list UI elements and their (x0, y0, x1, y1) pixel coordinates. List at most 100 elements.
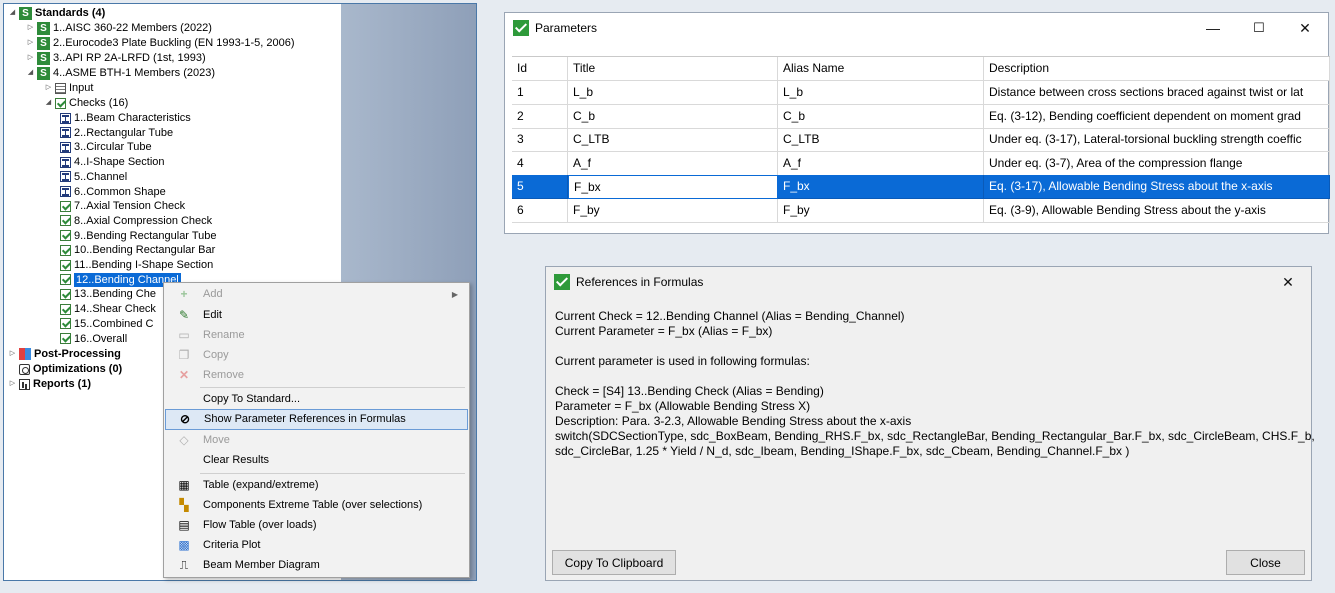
tree-node-input[interactable]: ▷ Input (44, 81, 94, 95)
tree-node-label: 14..Shear Check (74, 303, 156, 316)
cell-id[interactable]: 4 (512, 151, 568, 176)
tree-node-post-processing[interactable]: ▷ Post-Processing (8, 347, 121, 361)
menu-item-table-expand[interactable]: ▦ Table (expand/extreme) (165, 475, 468, 496)
cell-id[interactable]: 1 (512, 81, 568, 105)
menu-item-components-extreme-table[interactable]: ▚ Components Extreme Table (over selecti… (165, 495, 468, 516)
expand-arrow-icon[interactable]: ▷ (44, 81, 53, 95)
tree-node-checks[interactable]: ◢ Checks (16) (44, 96, 129, 110)
tree-node-check[interactable]: 14..Shear Check (60, 302, 156, 316)
tree-node-check[interactable]: 1..Beam Characteristics (60, 111, 191, 125)
cell-title[interactable]: F_by (568, 198, 778, 223)
tree-node-check[interactable]: 10..Bending Rectangular Bar (60, 243, 215, 257)
menu-item-copy[interactable]: ❐ Copy (165, 345, 468, 366)
title-bar[interactable]: Parameters — ☐ ✕ (505, 13, 1328, 43)
table-row[interactable]: 5 F_bx F_bx Eq. (3-17), Allowable Bending S… (512, 175, 1330, 199)
tree-node-check[interactable]: 8..Axial Compression Check (60, 214, 212, 228)
tree-node-optimizations[interactable]: Optimizations (0) (8, 362, 122, 376)
collapse-arrow-icon[interactable]: ◢ (44, 96, 53, 110)
cell-description[interactable]: Under eq. (3-17), Lateral-torsional buck… (984, 128, 1330, 152)
cell-id[interactable]: 2 (512, 104, 568, 129)
menu-item-remove[interactable]: ✕ Remove (165, 365, 468, 386)
standard-icon: S (37, 51, 50, 65)
menu-item-beam-member-diagram[interactable]: ⎍ Beam Member Diagram (165, 555, 468, 576)
menu-item-criteria-plot[interactable]: ▩ Criteria Plot (165, 535, 468, 556)
tree-node-standard-1[interactable]: ▷ S 1..AISC 360-22 Members (2022) (26, 21, 212, 35)
cell-description[interactable]: Eq. (3-12), Bending coefficient dependen… (984, 104, 1330, 129)
menu-item-flow-table[interactable]: ▤ Flow Table (over loads) (165, 515, 468, 536)
column-header-alias[interactable]: Alias Name (778, 57, 984, 81)
standard-icon: S (37, 21, 50, 35)
cell-description[interactable]: Eq. (3-17), Allowable Bending Stress abo… (984, 175, 1330, 199)
collapse-arrow-icon[interactable]: ◢ (26, 66, 35, 80)
expand-arrow-icon[interactable]: ▷ (26, 51, 35, 65)
tree-node-check[interactable]: 4..I-Shape Section (60, 155, 165, 169)
cell-alias[interactable]: L_b (778, 81, 984, 105)
cell-title[interactable]: F_bx (568, 175, 778, 199)
tree-node-standard-4[interactable]: ◢ S 4..ASME BTH-1 Members (2023) (26, 66, 215, 80)
tree-node-standard-3[interactable]: ▷ S 3..API RP 2A-LRFD (1st, 1993) (26, 51, 206, 65)
tree-node-check[interactable]: 2..Rectangular Tube (60, 126, 173, 140)
cell-description[interactable]: Under eq. (3-7), Area of the compression… (984, 151, 1330, 176)
ibeam-icon (60, 141, 71, 153)
tree-node-check[interactable]: 13..Bending Che (60, 287, 156, 301)
cell-title[interactable]: L_b (568, 81, 778, 105)
menu-item-edit[interactable]: ✎ Edit (165, 305, 468, 326)
menu-item-move[interactable]: ◇ Move (165, 430, 468, 451)
menu-item-add[interactable]: + Add ▶ (165, 284, 468, 305)
tree-node-standards[interactable]: ◢ S Standards (4) (8, 6, 105, 20)
tree-node-label: 8..Axial Compression Check (74, 214, 213, 227)
cell-title[interactable]: C_LTB (568, 128, 778, 152)
cell-alias[interactable]: F_by (778, 198, 984, 223)
cell-alias[interactable]: C_b (778, 104, 984, 129)
column-header-title[interactable]: Title (568, 57, 778, 81)
expand-arrow-icon[interactable]: ▷ (26, 21, 35, 35)
cell-id[interactable]: 3 (512, 128, 568, 152)
menu-item-clear-results[interactable]: Clear Results (165, 450, 468, 471)
maximize-button[interactable]: ☐ (1236, 13, 1282, 43)
cell-description[interactable]: Eq. (3-9), Allowable Bending Stress abou… (984, 198, 1330, 223)
tree-node-check[interactable]: 3..Circular Tube (60, 140, 152, 154)
tree-node-check[interactable]: 9..Bending Rectangular Tube (60, 229, 217, 243)
collapse-arrow-icon[interactable]: ◢ (8, 6, 17, 20)
cell-id[interactable]: 6 (512, 198, 568, 223)
cell-alias[interactable]: A_f (778, 151, 984, 176)
table-row[interactable]: 3 C_LTB C_LTB Under eq. (3-17), Lateral-tor… (512, 128, 1330, 152)
table-row[interactable]: 1 L_b L_b Distance between cross sections b… (512, 81, 1330, 105)
copy-to-clipboard-button[interactable]: Copy To Clipboard (552, 550, 676, 575)
table-row[interactable]: 4 A_f A_f Under eq. (3-7), Area of the comp… (512, 151, 1330, 176)
table-row[interactable]: 2 C_b C_b Eq. (3-12), Bending coefficient d… (512, 104, 1330, 129)
tree-node-check[interactable]: 6..Common Shape (60, 185, 166, 199)
tree-node-label: Optimizations (0) (33, 363, 123, 375)
tree-node-check[interactable]: 5..Channel (60, 170, 127, 184)
menu-item-show-parameter-references[interactable]: ⊘ Show Parameter References in Formulas (165, 409, 468, 430)
menu-item-copy-to-standard[interactable]: Copy To Standard... (165, 389, 468, 410)
tree-node-check[interactable]: 15..Combined C (60, 317, 154, 331)
expand-arrow-icon[interactable]: ▷ (8, 347, 17, 361)
tree-node-reports[interactable]: ▷ Reports (1) (8, 377, 91, 391)
expand-arrow-icon[interactable]: ▷ (26, 36, 35, 50)
tree-node-check[interactable]: 11..Bending I-Shape Section (60, 258, 213, 272)
cell-title[interactable]: C_b (568, 104, 778, 129)
cell-title[interactable]: A_f (568, 151, 778, 176)
ibeam-icon (60, 171, 71, 183)
close-button[interactable]: ✕ (1282, 13, 1328, 43)
cell-alias[interactable]: C_LTB (778, 128, 984, 152)
column-header-id[interactable]: Id (512, 57, 568, 81)
expand-arrow-icon[interactable]: ▷ (8, 377, 17, 391)
column-header-description[interactable]: Description (984, 57, 1330, 81)
tree-node-standard-2[interactable]: ▷ S 2..Eurocode3 Plate Buckling (EN 1993… (26, 36, 295, 50)
tree-node-label: 10..Bending Rectangular Bar (74, 244, 216, 257)
cell-id[interactable]: 5 (512, 175, 568, 199)
tree-node-check[interactable]: 16..Overall (60, 332, 127, 346)
checkmark-icon (60, 318, 71, 330)
cell-description[interactable]: Distance between cross sections braced a… (984, 81, 1330, 105)
menu-item-rename[interactable]: ▭ Rename (165, 325, 468, 346)
close-dialog-button[interactable]: Close (1226, 550, 1305, 575)
minimize-button[interactable]: — (1190, 13, 1236, 43)
table-row[interactable]: 6 F_by F_by Eq. (3-9), Allowable Bending St… (512, 198, 1330, 223)
tree-node-label: 4..I-Shape Section (74, 156, 165, 169)
tree-node-check[interactable]: 7..Axial Tension Check (60, 199, 185, 213)
close-button[interactable]: ✕ (1265, 267, 1311, 297)
title-bar[interactable]: References in Formulas ✕ (546, 267, 1311, 297)
cell-alias[interactable]: F_bx (778, 175, 984, 199)
